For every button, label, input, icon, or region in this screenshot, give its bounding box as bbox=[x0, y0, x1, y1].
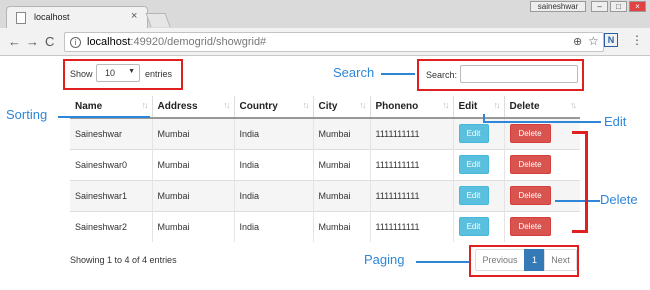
column-header-edit[interactable]: Edit ↑↓ bbox=[453, 96, 505, 119]
header-row: Name ↑↓ Address ↑↓ Country ↑↓ City ↑↓ Phonen… bbox=[70, 96, 580, 119]
cell-name: Saineshwar1 bbox=[70, 179, 153, 211]
sort-icon: ↑↓ bbox=[493, 100, 501, 110]
extension-icon[interactable]: N bbox=[604, 33, 618, 47]
cell-address: Mumbai bbox=[152, 210, 235, 242]
url-text: localhost:49920/demogrid/showgrid# bbox=[87, 36, 267, 48]
column-header-name[interactable]: Name ↑↓ bbox=[70, 96, 153, 119]
maximize-icon[interactable]: □ bbox=[610, 1, 627, 12]
sort-icon: ↑↓ bbox=[570, 100, 577, 110]
close-tab-icon[interactable]: × bbox=[131, 10, 137, 22]
column-header-country[interactable]: Country ↑↓ bbox=[234, 96, 314, 119]
cell-name: Saineshwar bbox=[70, 117, 153, 149]
annotation-edit-label: Edit bbox=[604, 114, 627, 129]
sort-icon: ↑↓ bbox=[302, 100, 310, 110]
cell-city: Mumbai bbox=[313, 117, 371, 149]
annotation-box-paging bbox=[469, 245, 579, 277]
annotation-search-line bbox=[381, 73, 415, 75]
cell-country: India bbox=[234, 148, 314, 180]
cell-country: India bbox=[234, 179, 314, 211]
address-bar[interactable]: i localhost:49920/demogrid/showgrid# ⊕ ☆ bbox=[64, 32, 604, 52]
cell-phone: 1111111111 bbox=[370, 148, 454, 180]
cell-name: Saineshwar0 bbox=[70, 148, 153, 180]
edit-button[interactable]: Edit bbox=[458, 186, 489, 205]
sort-icon: ↑↓ bbox=[223, 100, 231, 110]
table-row: Saineshwar0 Mumbai India Mumbai 11111111… bbox=[70, 148, 580, 180]
browser-menu-icon[interactable]: ⋮ bbox=[631, 33, 643, 47]
column-header-address[interactable]: Address ↑↓ bbox=[152, 96, 235, 119]
cell-edit: Edit bbox=[453, 148, 505, 180]
cell-address: Mumbai bbox=[152, 179, 235, 211]
edit-button[interactable]: Edit bbox=[458, 217, 489, 237]
cell-phone: 1111111111 bbox=[370, 117, 454, 149]
cell-name: Saineshwar2 bbox=[70, 210, 153, 242]
delete-button[interactable]: Delete bbox=[509, 155, 551, 174]
cell-city: Mumbai bbox=[313, 179, 371, 211]
annotation-paging-line bbox=[416, 261, 469, 263]
cell-delete: Delete bbox=[504, 148, 580, 180]
new-tab-button[interactable] bbox=[145, 13, 171, 27]
annotation-search-label: Search bbox=[333, 65, 375, 80]
annotation-delete-bracket bbox=[585, 131, 588, 233]
cell-phone: 1111111111 bbox=[370, 210, 454, 242]
reload-icon[interactable]: C bbox=[45, 34, 54, 49]
column-header-delete[interactable]: Delete ↑↓ bbox=[504, 96, 580, 119]
column-header-city[interactable]: City ↑↓ bbox=[313, 96, 371, 119]
profile-badge[interactable]: saineshwar bbox=[530, 1, 586, 12]
info-icon[interactable]: i bbox=[70, 37, 81, 48]
annotation-delete-line bbox=[555, 200, 600, 202]
browser-title-bar: localhost × saineshwar – □ × bbox=[0, 0, 650, 28]
annotation-edit-tick bbox=[483, 114, 485, 122]
edit-button[interactable]: Edit bbox=[458, 155, 489, 174]
annotation-box-length bbox=[63, 59, 183, 90]
cell-country: India bbox=[234, 210, 314, 242]
cell-country: India bbox=[234, 117, 314, 149]
table-row: Saineshwar2 Mumbai India Mumbai 11111111… bbox=[70, 210, 580, 242]
cell-city: Mumbai bbox=[313, 210, 371, 242]
sort-icon: ↑↓ bbox=[141, 100, 149, 110]
close-window-icon[interactable]: × bbox=[629, 1, 646, 12]
browser-tab[interactable]: localhost × bbox=[6, 6, 148, 28]
cell-delete: Delete bbox=[504, 179, 580, 211]
edit-button[interactable]: Edit bbox=[458, 124, 489, 144]
delete-button[interactable]: Delete bbox=[509, 186, 551, 205]
column-header-phoneno[interactable]: Phoneno ↑↓ bbox=[370, 96, 454, 119]
cell-city: Mumbai bbox=[313, 148, 371, 180]
table-row: Saineshwar1 Mumbai India Mumbai 11111111… bbox=[70, 179, 580, 211]
annotation-delete-bracket-bottom bbox=[572, 230, 587, 233]
annotation-delete-bracket-top bbox=[572, 131, 587, 134]
cell-edit: Edit bbox=[453, 210, 505, 242]
browser-toolbar: ← → C i localhost:49920/demogrid/showgri… bbox=[0, 28, 650, 56]
zoom-icon[interactable]: ⊕ bbox=[573, 35, 582, 48]
bookmark-star-icon[interactable]: ☆ bbox=[588, 34, 599, 48]
delete-button[interactable]: Delete bbox=[509, 124, 551, 144]
tab-title: localhost bbox=[34, 12, 70, 22]
table-info: Showing 1 to 4 of 4 entries bbox=[70, 255, 177, 265]
annotation-edit-line bbox=[483, 121, 601, 123]
page-icon bbox=[16, 12, 26, 24]
annotation-paging-label: Paging bbox=[364, 252, 405, 267]
cell-address: Mumbai bbox=[152, 117, 235, 149]
delete-button[interactable]: Delete bbox=[509, 217, 551, 237]
minimize-icon[interactable]: – bbox=[591, 1, 608, 12]
cell-phone: 1111111111 bbox=[370, 179, 454, 211]
annotation-sorting-label: Sorting bbox=[6, 107, 48, 122]
annotation-box-search bbox=[417, 59, 584, 91]
sort-icon: ↑↓ bbox=[359, 100, 367, 110]
annotation-sorting-line bbox=[58, 116, 150, 118]
cell-edit: Edit bbox=[453, 179, 505, 211]
cell-delete: Delete bbox=[504, 210, 580, 242]
sort-icon: ↑↓ bbox=[442, 100, 450, 110]
forward-icon[interactable]: → bbox=[26, 34, 39, 49]
annotation-delete-label: Delete bbox=[600, 192, 638, 207]
back-icon[interactable]: ← bbox=[8, 34, 21, 49]
cell-address: Mumbai bbox=[152, 148, 235, 180]
